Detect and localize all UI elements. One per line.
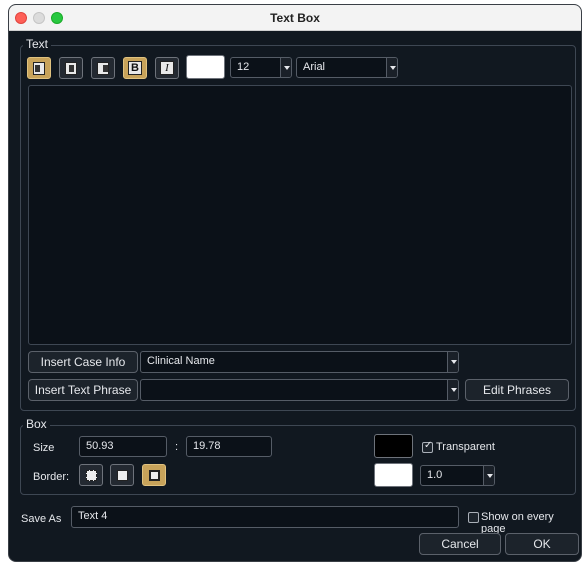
case-info-select[interactable]: Clinical Name (140, 351, 459, 373)
case-info-value: Clinical Name (147, 355, 215, 367)
text-content-area[interactable] (28, 85, 572, 345)
text-group-legend: Text (23, 37, 52, 51)
save-as-label: Save As (21, 513, 62, 525)
size-label: Size (33, 442, 55, 454)
bold-icon: B (128, 61, 142, 75)
chevron-down-icon[interactable] (447, 380, 458, 400)
text-box-dialog: Text Box Text B I 12 Arial Insert Case I… (8, 4, 582, 562)
font-size-value: 12 (237, 61, 250, 73)
bold-button[interactable]: B (123, 57, 147, 79)
size-separator: : (175, 441, 179, 453)
align-center-icon (65, 61, 77, 75)
show-every-page-label: Show on every page (481, 511, 554, 535)
border-color-swatch[interactable] (374, 463, 413, 487)
align-right-button[interactable] (91, 57, 115, 79)
align-left-icon (33, 61, 45, 75)
show-every-page-checkbox[interactable] (468, 512, 479, 523)
box-width-input[interactable]: 50.93 (79, 436, 167, 457)
border-width-value: 1.0 (427, 469, 443, 481)
insert-text-phrase-button[interactable]: Insert Text Phrase (28, 379, 138, 401)
border-style-solid-button[interactable] (110, 464, 134, 486)
font-family-select[interactable]: Arial (296, 57, 398, 78)
font-size-select[interactable]: 12 (230, 57, 292, 78)
insert-case-info-button[interactable]: Insert Case Info (28, 351, 138, 373)
chevron-down-icon[interactable] (280, 58, 291, 77)
chevron-down-icon[interactable] (386, 58, 397, 77)
chevron-down-icon[interactable] (483, 466, 494, 485)
border-dotted-icon (86, 470, 97, 481)
box-height-input[interactable]: 19.78 (186, 436, 272, 457)
text-phrase-select[interactable] (140, 379, 459, 401)
font-color-swatch[interactable] (186, 55, 225, 79)
box-fill-color-swatch[interactable] (374, 434, 413, 458)
save-as-input[interactable]: Text 4 (71, 506, 459, 528)
align-left-button[interactable] (27, 57, 51, 79)
cancel-button[interactable]: Cancel (419, 533, 501, 555)
edit-phrases-button[interactable]: Edit Phrases (465, 379, 569, 401)
align-center-button[interactable] (59, 57, 83, 79)
border-label: Border: (33, 471, 70, 483)
box-group-legend: Box (23, 417, 50, 431)
chevron-down-icon[interactable] (447, 352, 458, 372)
ok-button[interactable]: OK (505, 533, 579, 555)
border-width-select[interactable]: 1.0 (420, 465, 495, 486)
window-title: Text Box (270, 11, 320, 25)
transparent-label: Transparent (436, 441, 495, 453)
border-style-thick-button[interactable] (142, 464, 166, 486)
border-style-dotted-button[interactable] (79, 464, 103, 486)
title-bar[interactable]: Text Box (9, 5, 581, 31)
transparent-checkbox[interactable] (422, 440, 433, 453)
align-right-icon (97, 61, 109, 75)
italic-icon: I (160, 61, 174, 75)
italic-button[interactable]: I (155, 57, 179, 79)
border-thick-icon (149, 470, 160, 481)
font-family-value: Arial (303, 61, 326, 73)
border-solid-icon (117, 470, 128, 481)
